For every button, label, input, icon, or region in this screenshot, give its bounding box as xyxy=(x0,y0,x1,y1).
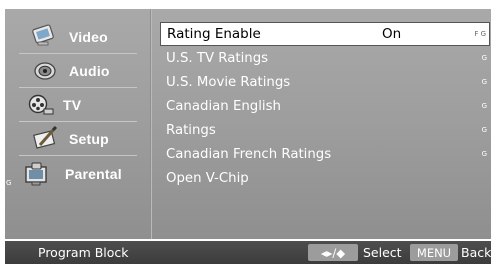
menu-row-us-tv-ratings[interactable]: U.S. TV Ratings G xyxy=(160,46,490,70)
row-label: Rating Enable xyxy=(167,26,261,42)
rating-mark: F G xyxy=(474,30,486,38)
menu-row-ratings[interactable]: Ratings G xyxy=(160,118,490,142)
row-label: Canadian English xyxy=(166,98,281,114)
arrow-keys-icon: ◂▸/◆ xyxy=(308,244,358,261)
sidebar-item-tv[interactable]: TV xyxy=(5,88,148,122)
row-label: U.S. Movie Ratings xyxy=(166,74,291,90)
video-icon xyxy=(29,23,57,49)
sidebar-item-label: TV xyxy=(63,97,82,113)
rating-mark: G xyxy=(481,54,487,62)
menu-key-badge: MENU xyxy=(410,244,458,261)
menu-row-open-v-chip[interactable]: Open V-Chip xyxy=(160,166,490,190)
setup-icon xyxy=(31,125,59,151)
row-value: On xyxy=(382,26,402,42)
row-label: Open V-Chip xyxy=(166,170,249,186)
rating-mark: G xyxy=(481,78,487,86)
select-hint: Select xyxy=(363,245,402,260)
rating-mark: G xyxy=(481,150,487,158)
status-text: Program Block xyxy=(38,245,129,260)
sidebar-item-label: Setup xyxy=(69,131,109,147)
sidebar-item-parental[interactable]: Parental xyxy=(5,157,148,191)
back-hint: Back xyxy=(461,245,491,260)
menu-panel: Video Audio TV Setup Parental G Rating E… xyxy=(5,9,491,239)
sidebar-item-label: Parental xyxy=(65,166,122,182)
bottom-help-bar: Program Block ◂▸/◆ Select MENU Back xyxy=(5,241,491,264)
tv-icon xyxy=(27,92,55,118)
rating-mark: G xyxy=(6,179,12,187)
menu-row-us-movie-ratings[interactable]: U.S. Movie Ratings G xyxy=(160,70,490,94)
sidebar: Video Audio TV Setup Parental G xyxy=(5,9,148,239)
sidebar-item-setup[interactable]: Setup xyxy=(5,122,148,156)
tv-menu-screen: Video Audio TV Setup Parental G Rating E… xyxy=(0,0,491,264)
menu-row-canadian-french-ratings[interactable]: Canadian French Ratings G xyxy=(160,142,490,166)
sidebar-item-label: Audio xyxy=(69,63,110,79)
rating-mark: G xyxy=(481,126,487,134)
sidebar-item-label: Video xyxy=(69,29,108,45)
audio-icon xyxy=(31,58,59,84)
rating-mark: G xyxy=(481,102,487,110)
sidebar-item-audio[interactable]: Audio xyxy=(5,54,148,88)
divider xyxy=(19,155,137,156)
sidebar-item-video[interactable]: Video xyxy=(5,20,148,54)
parental-icon xyxy=(23,161,51,187)
vertical-divider xyxy=(150,9,152,239)
row-label: Canadian French Ratings xyxy=(166,146,332,162)
row-label: U.S. TV Ratings xyxy=(166,50,269,66)
menu-row-canadian-english[interactable]: Canadian English G xyxy=(160,94,490,118)
row-label: Ratings xyxy=(166,122,216,138)
menu-row-rating-enable[interactable]: Rating Enable On F G xyxy=(160,22,490,46)
